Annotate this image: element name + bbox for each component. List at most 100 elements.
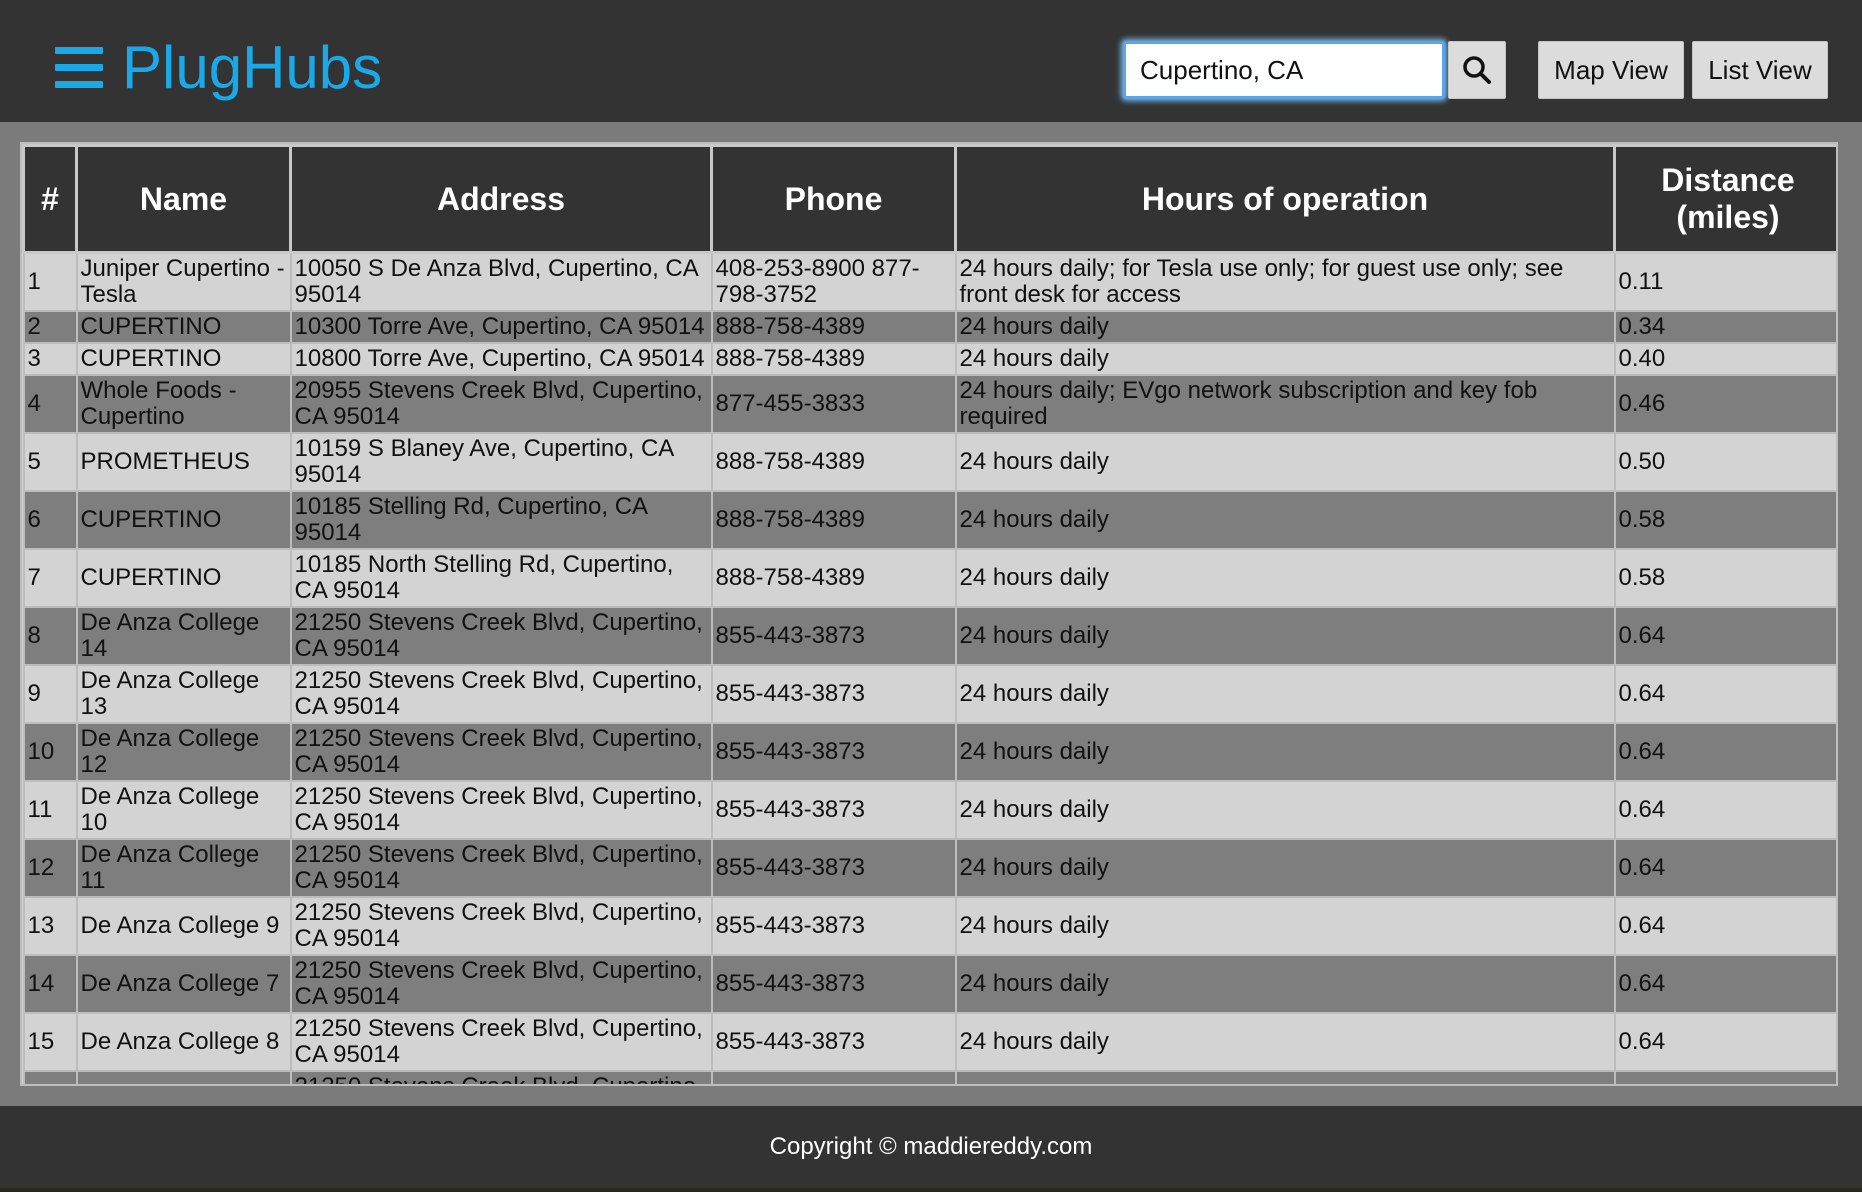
cell-distance: 0.64 [1613,953,1836,1014]
table-row[interactable]: 13 De Anza College 9 21250 Stevens Creek B… [22,895,1836,956]
cell-hours: 24 hours daily [954,1011,1616,1072]
map-view-button[interactable]: Map View [1538,41,1684,99]
table-row[interactable]: 12 De Anza College 11 21250 Stevens Creek … [22,837,1836,898]
cell-name: Whole Foods - Cupertino [75,373,292,434]
cell-name: De Anza College 14 [75,605,292,666]
column-header-number[interactable]: # [22,144,78,254]
cell-hours: 24 hours daily [954,605,1616,666]
list-view-button[interactable]: List View [1692,41,1828,99]
cell-number: 4 [22,373,78,434]
cell-address: 10800 Torre Ave, Cupertino, CA 95014 [289,341,713,376]
cell-name: De Anza College 10 [75,779,292,840]
cell-address: 21250 Stevens Creek Blvd, Cupertino, CA … [289,837,713,898]
cell-distance: 0.64 [1613,895,1836,956]
column-header-distance[interactable]: Distance (miles) [1613,144,1836,254]
table-header-row: # Name Address Phone Hours of operation … [22,144,1836,254]
cell-phone [710,1069,957,1084]
search-icon [1463,56,1491,84]
table-row[interactable]: 14 De Anza College 7 21250 Stevens Creek B… [22,953,1836,1014]
cell-address: 10300 Torre Ave, Cupertino, CA 95014 [289,309,713,344]
cell-name: De Anza College 7 [75,953,292,1014]
cell-number: 1 [22,251,78,312]
hamburger-menu-icon[interactable] [55,47,103,88]
cell-hours: 24 hours daily [954,837,1616,898]
cell-number: 3 [22,341,78,376]
cell-phone: 888-758-4389 [710,431,957,492]
cell-number: 10 [22,721,78,782]
cell-hours: 24 hours daily [954,309,1616,344]
table-row[interactable]: 11 De Anza College 10 21250 Stevens Creek … [22,779,1836,840]
cell-name: CUPERTINO [75,489,292,550]
page: PlugHubs Map View List View # [0,0,1862,1188]
cell-hours: 24 hours daily; EVgo network subscriptio… [954,373,1616,434]
cell-phone: 855-443-3873 [710,837,957,898]
column-header-name[interactable]: Name [75,144,292,254]
cell-name: De Anza College 13 [75,663,292,724]
cell-phone: 888-758-4389 [710,547,957,608]
cell-distance: 0.64 [1613,837,1836,898]
table-row[interactable]: 2 CUPERTINO 10300 Torre Ave, Cupertino, CA… [22,309,1836,344]
cell-hours: 24 hours daily [954,547,1616,608]
column-header-hours[interactable]: Hours of operation [954,144,1616,254]
table-row[interactable]: 6 CUPERTINO 10185 Stelling Rd, Cupertino, … [22,489,1836,550]
cell-distance: 0.64 [1613,779,1836,840]
cell-address: 21250 Stevens Creek Blvd, Cupertino, CA … [289,895,713,956]
cell-distance: 0.64 [1613,663,1836,724]
top-navigation-bar: PlugHubs Map View List View [0,0,1862,122]
cell-hours: 24 hours daily [954,431,1616,492]
cell-name: De Anza College 12 [75,721,292,782]
cell-number: 13 [22,895,78,956]
cell-name: Juniper Cupertino - Tesla [75,251,292,312]
column-header-address[interactable]: Address [289,144,713,254]
table-row[interactable]: 8 De Anza College 14 21250 Stevens Creek B… [22,605,1836,666]
table-row[interactable]: 10 De Anza College 12 21250 Stevens Creek … [22,721,1836,782]
column-header-phone[interactable]: Phone [710,144,957,254]
cell-name: De Anza College 9 [75,895,292,956]
table-row[interactable]: 15 De Anza College 8 21250 Stevens Creek B… [22,1011,1836,1072]
cell-address: 21250 Stevens Creek Blvd, Cupertino, CA … [289,1011,713,1072]
cell-number: 15 [22,1011,78,1072]
cell-phone: 855-443-3873 [710,721,957,782]
cell-hours: 24 hours daily [954,341,1616,376]
search-button[interactable] [1448,41,1506,99]
cell-phone: 877-455-3833 [710,373,957,434]
table-row[interactable]: 7 CUPERTINO 10185 North Stelling Rd, Cuper… [22,547,1836,608]
cell-distance [1613,1069,1836,1084]
cell-distance: 0.64 [1613,1011,1836,1072]
cell-number: 7 [22,547,78,608]
table-row[interactable]: 5 PROMETHEUS 10159 S Blaney Ave, Cupertino… [22,431,1836,492]
cell-address: 10050 S De Anza Blvd, Cupertino, CA 9501… [289,251,713,312]
cell-phone: 855-443-3873 [710,895,957,956]
table-row[interactable]: 3 CUPERTINO 10800 Torre Ave, Cupertino, CA… [22,341,1836,376]
footer: Copyright © maddiereddy.com [0,1106,1862,1188]
cell-distance: 0.50 [1613,431,1836,492]
cell-number: 12 [22,837,78,898]
cell-number: 2 [22,309,78,344]
cell-name: De Anza College 11 [75,837,292,898]
cell-phone: 888-758-4389 [710,489,957,550]
brand-logo-text[interactable]: PlugHubs [122,30,382,106]
cell-address: 21250 Stevens Creek Blvd, Cupertino, CA … [289,663,713,724]
cell-address: 21250 Stevens Creek Blvd, Cupertino, CA … [289,1069,713,1084]
window-bottom-edge [0,1188,1862,1192]
cell-hours [954,1069,1616,1084]
cell-number [22,1069,78,1084]
cell-number: 9 [22,663,78,724]
results-table: # Name Address Phone Hours of operation … [22,144,1836,1084]
cell-phone: 408-253-8900 877-798-3752 [710,251,957,312]
cell-name [75,1069,292,1084]
cell-name: PROMETHEUS [75,431,292,492]
results-table-container[interactable]: # Name Address Phone Hours of operation … [20,142,1838,1086]
table-row[interactable]: 9 De Anza College 13 21250 Stevens Creek B… [22,663,1836,724]
cell-phone: 855-443-3873 [710,953,957,1014]
table-row[interactable]: 21250 Stevens Creek Blvd, Cupertino, CA … [22,1069,1836,1084]
cell-distance: 0.40 [1613,341,1836,376]
search-input[interactable] [1123,41,1445,99]
cell-name: De Anza College 8 [75,1011,292,1072]
cell-hours: 24 hours daily [954,895,1616,956]
table-row[interactable]: 4 Whole Foods - Cupertino 20955 Stevens Cr… [22,373,1836,434]
table-row[interactable]: 1 Juniper Cupertino - Tesla 10050 S De Anz… [22,251,1836,312]
cell-number: 6 [22,489,78,550]
cell-phone: 855-443-3873 [710,779,957,840]
cell-hours: 24 hours daily [954,721,1616,782]
